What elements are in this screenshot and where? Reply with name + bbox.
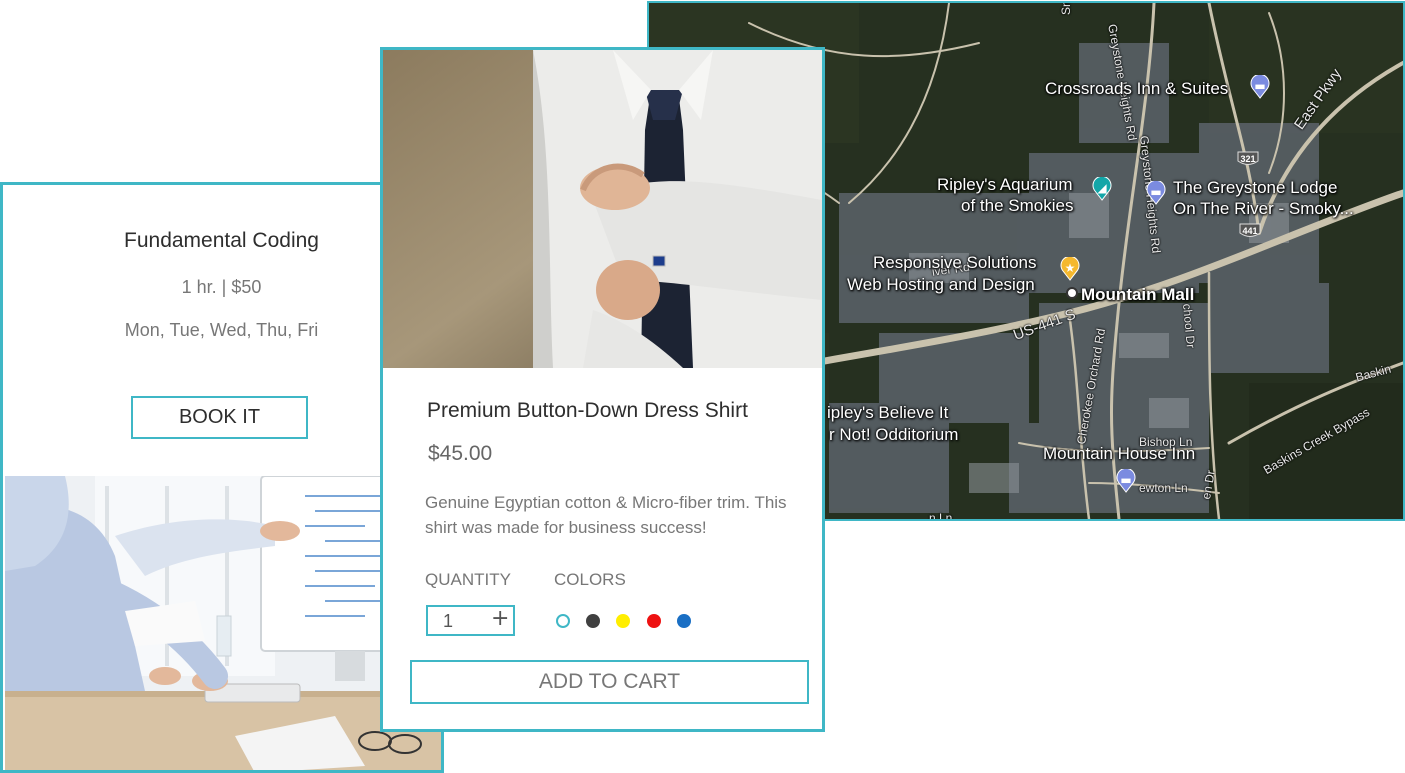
hotel-pin-icon[interactable]: ▬ [1145, 181, 1167, 205]
route-441-shield: 441 [1239, 223, 1261, 239]
color-swatch-white[interactable] [556, 614, 570, 628]
place-label-ripleys-aquarium-1[interactable]: Ripley's Aquarium [937, 175, 1073, 195]
route-321-shield: 321 [1237, 151, 1259, 167]
add-to-cart-button[interactable]: ADD TO CART [410, 660, 809, 704]
course-days: Mon, Tue, Wed, Thu, Fri [124, 320, 319, 340]
color-swatch-dark-gray[interactable] [586, 614, 600, 628]
plus-icon[interactable]: + [491, 606, 509, 631]
course-duration-price: 1 hr. | $50 [181, 277, 262, 297]
place-label-ripleys-believe-it-2[interactable]: r Not! Odditorium [829, 425, 958, 445]
quantity-value[interactable]: 1 [443, 611, 453, 632]
mountain-mall-marker-icon[interactable] [1066, 287, 1078, 299]
aquarium-pin-icon[interactable]: ◢ [1091, 177, 1113, 201]
course-title: Fundamental Coding [124, 229, 319, 252]
place-label-greystone-lodge-1[interactable]: The Greystone Lodge [1173, 178, 1337, 198]
place-label-responsive-solutions-2[interactable]: Web Hosting and Design [847, 275, 1035, 295]
place-label-ripleys-aquarium-2[interactable]: of the Smokies [961, 196, 1073, 216]
book-it-button[interactable]: BOOK IT [131, 396, 308, 439]
quantity-label: QUANTITY [425, 570, 511, 589]
color-swatch-red[interactable] [647, 614, 661, 628]
place-label-mountain-house-inn[interactable]: Mountain House Inn [1043, 444, 1195, 464]
product-title: Premium Button-Down Dress Shirt [427, 399, 748, 422]
product-price: $45.00 [428, 442, 493, 465]
dress-shirt-photo [383, 50, 822, 368]
quantity-stepper[interactable]: 1 + [426, 605, 515, 636]
hotel-pin-icon[interactable]: ▬ [1115, 469, 1137, 493]
place-label-greystone-lodge-2[interactable]: On The River - Smoky... [1173, 199, 1354, 219]
street-label-n-ln: n Ln [929, 511, 953, 521]
place-label-responsive-solutions-1[interactable]: Responsive Solutions [873, 253, 1036, 273]
hotel-pin-icon[interactable]: ▬ [1249, 75, 1271, 99]
office-coding-photo [5, 476, 441, 770]
colors-label: COLORS [554, 570, 626, 589]
business-star-pin-icon[interactable]: ★ [1059, 257, 1081, 281]
color-swatch-blue[interactable] [677, 614, 691, 628]
course-card: Fundamental Coding 1 hr. | $50 Mon, Tue,… [0, 182, 444, 773]
place-label-mountain-mall[interactable]: Mountain Mall [1081, 285, 1194, 305]
product-description: Genuine Egyptian cotton & Micro-fiber tr… [425, 493, 787, 537]
place-label-ripleys-believe-it-1[interactable]: ipley's Believe It [827, 403, 948, 423]
product-card: Premium Button-Down Dress Shirt $45.00 G… [380, 47, 825, 732]
place-label-crossroads-inn[interactable]: Crossroads Inn & Suites [1045, 79, 1228, 99]
color-swatch-yellow[interactable] [616, 614, 630, 628]
street-label-newton: ewton Ln [1139, 481, 1188, 495]
street-label-smoky: Smok [1059, 3, 1073, 15]
